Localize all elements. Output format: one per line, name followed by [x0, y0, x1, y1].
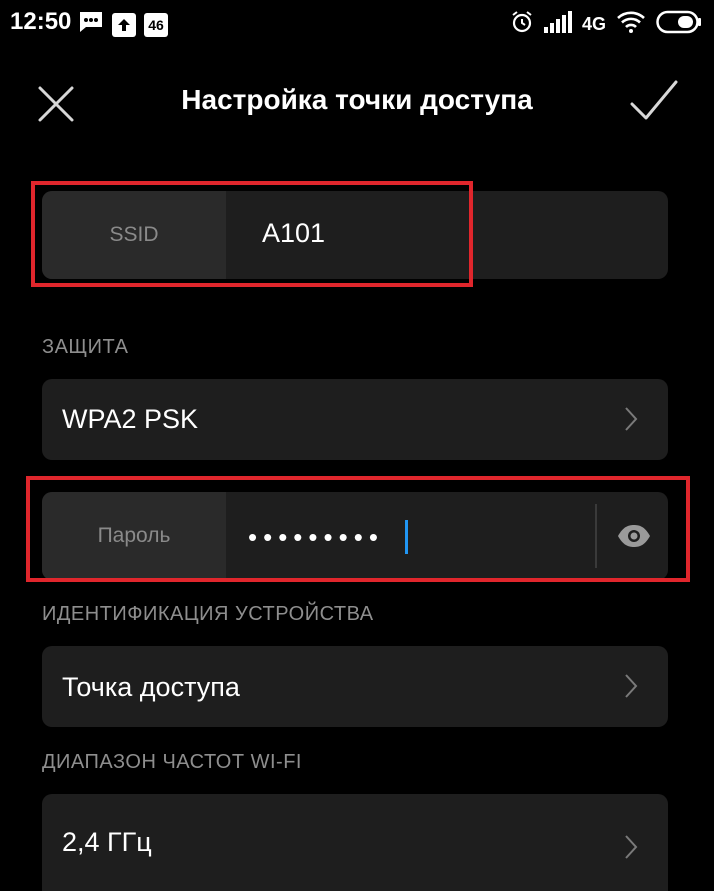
ssid-label: SSID	[42, 191, 226, 279]
check-icon	[630, 80, 678, 120]
device-id-section-label: ИДЕНТИФИКАЦИЯ УСТРОЙСТВА	[42, 603, 374, 625]
band-selector[interactable]: 2,4 ГГц	[42, 794, 668, 891]
security-selector[interactable]: WPA2 PSK	[42, 379, 668, 460]
chevron-right-icon	[625, 835, 638, 859]
status-bar: 12:50 46 4G	[0, 0, 714, 48]
badge-46: 46	[144, 12, 168, 37]
chevron-right-icon	[625, 407, 638, 431]
password-label: Пароль	[42, 492, 226, 580]
security-value: WPA2 PSK	[62, 404, 199, 434]
system-icons: 4G	[510, 10, 702, 39]
network-type: 4G	[581, 14, 606, 34]
device-id-value: Точка доступа	[62, 672, 240, 702]
device-id-selector[interactable]: Точка доступа	[42, 646, 668, 727]
chevron-right-icon	[625, 674, 638, 698]
message-icon	[78, 10, 104, 39]
password-field[interactable]: Пароль •••••••••	[42, 492, 668, 580]
upload-icon	[112, 12, 136, 37]
ssid-field[interactable]: SSID A101	[42, 191, 668, 279]
eye-icon[interactable]	[616, 522, 652, 550]
alarm-icon	[510, 10, 534, 39]
signal-icon	[543, 11, 572, 38]
password-divider	[595, 504, 597, 568]
wifi-icon	[616, 11, 646, 38]
battery-icon	[656, 10, 702, 39]
band-section-label: ДИАПАЗОН ЧАСТОТ WI-FI	[42, 751, 302, 773]
notification-icons: 46	[78, 10, 168, 39]
app-header: Настройка точки доступа	[0, 70, 714, 130]
page-title: Настройка точки доступа	[181, 84, 533, 115]
security-section-label: ЗАЩИТА	[42, 336, 129, 358]
status-time: 12:50	[10, 8, 72, 35]
text-cursor	[405, 520, 408, 554]
password-input[interactable]: •••••••••	[248, 522, 384, 553]
confirm-button[interactable]	[626, 78, 682, 126]
ssid-input[interactable]: A101	[262, 218, 325, 249]
band-value: 2,4 ГГц	[62, 827, 152, 857]
